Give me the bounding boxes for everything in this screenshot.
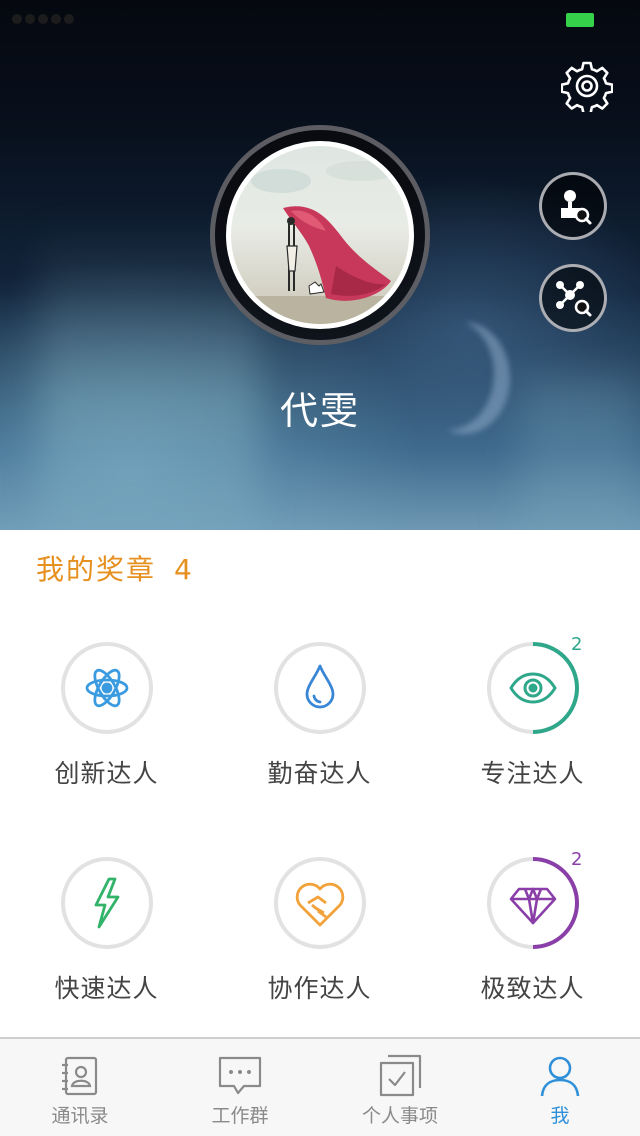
medal-diligence[interactable]: 勤奋达人 — [213, 640, 426, 790]
lightning-icon — [94, 877, 119, 929]
avatar[interactable] — [226, 141, 414, 329]
tab-contacts[interactable]: 通讯录 — [0, 1039, 160, 1136]
tab-label: 个人事项 — [361, 1105, 438, 1127]
chat-bubble-icon — [218, 1056, 262, 1095]
network-search-icon — [556, 281, 592, 317]
medal-label: 创新达人 — [54, 759, 159, 788]
battery-icon — [566, 13, 594, 27]
medal-progress-arc — [532, 857, 579, 949]
medal-ring — [273, 642, 366, 734]
medal-ring — [60, 857, 153, 949]
tab-me[interactable]: 我 — [480, 1039, 640, 1136]
person-icon — [540, 1056, 580, 1097]
person-search-icon — [561, 190, 592, 225]
medal-focus[interactable]: 2 专注达人 — [426, 634, 639, 790]
medal-ring — [486, 642, 579, 734]
profile-header-background: 代雯 — [0, 0, 640, 530]
medals-title-label: 我的奖章 — [36, 553, 157, 586]
tab-personal-tasks[interactable]: 个人事项 — [320, 1039, 480, 1136]
tab-label: 我 — [550, 1105, 570, 1127]
bottom-tab-bar: 通讯录 工作群 个人事项 我 — [0, 1037, 640, 1136]
medals-section-title: 我的奖章 4 — [36, 548, 194, 588]
tab-label: 通讯录 — [51, 1105, 109, 1127]
tab-work-groups[interactable]: 工作群 — [160, 1039, 320, 1136]
medal-label: 协作达人 — [267, 974, 372, 1003]
profile-screen: 代雯 我的奖章 4 创新达人 勤奋达人 2 专注达人 快速达人 协作达人 2 极… — [0, 0, 640, 1136]
medal-count-badge: 2 — [571, 634, 583, 655]
medal-label: 专注达人 — [480, 759, 585, 788]
handshake-heart-icon — [295, 882, 344, 927]
medal-count-badge: 2 — [571, 849, 583, 870]
settings-button[interactable] — [560, 60, 614, 115]
avatar-illustration — [231, 161, 409, 324]
eye-icon — [508, 672, 557, 704]
diamond-icon — [509, 887, 556, 925]
medal-label: 极致达人 — [480, 974, 585, 1003]
atom-icon — [85, 668, 128, 708]
medal-ring — [273, 857, 366, 949]
user-name: 代雯 — [279, 389, 360, 433]
medal-ring — [486, 857, 579, 949]
medal-excellence[interactable]: 2 极致达人 — [426, 849, 639, 1005]
network-search-button[interactable] — [539, 264, 607, 332]
status-bar — [0, 0, 640, 40]
gear-icon — [560, 61, 614, 115]
medal-innovation[interactable]: 创新达人 — [0, 640, 213, 790]
medal-label: 快速达人 — [54, 974, 159, 1003]
tab-label: 工作群 — [211, 1105, 269, 1127]
checklist-icon — [379, 1054, 422, 1097]
medal-speed[interactable]: 快速达人 — [0, 855, 213, 1005]
medal-collaboration[interactable]: 协作达人 — [213, 855, 426, 1005]
medals-count: 4 — [174, 553, 194, 586]
water-drop-icon — [305, 664, 334, 709]
user-search-button[interactable] — [539, 172, 607, 240]
contacts-book-icon — [62, 1056, 98, 1096]
signal-strength-icon — [12, 14, 74, 24]
medal-ring — [60, 642, 153, 734]
medal-label: 勤奋达人 — [267, 759, 372, 788]
